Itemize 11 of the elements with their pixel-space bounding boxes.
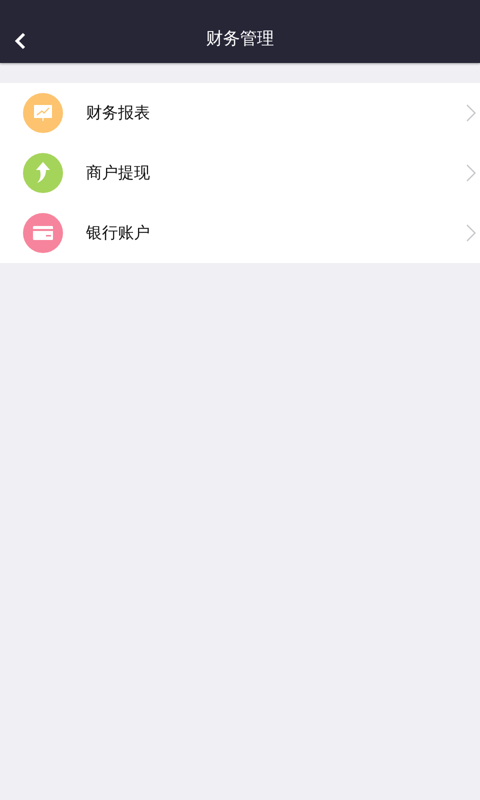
menu-label: 商户提现 — [86, 162, 151, 184]
menu-item[interactable]: 商户提现 — [0, 143, 480, 203]
chevron-icon — [466, 104, 476, 122]
chevron-icon — [466, 224, 476, 242]
chevron-icon — [466, 164, 476, 182]
menu-item[interactable]: 财务报表 — [0, 83, 480, 143]
menu-item[interactable]: 银行账户 — [0, 203, 480, 263]
menu-label: 银行账户 — [86, 222, 151, 244]
menu-label: 财务报表 — [86, 102, 151, 124]
back-icon[interactable] — [14, 32, 26, 50]
page-title: 财务管理 — [206, 28, 274, 50]
